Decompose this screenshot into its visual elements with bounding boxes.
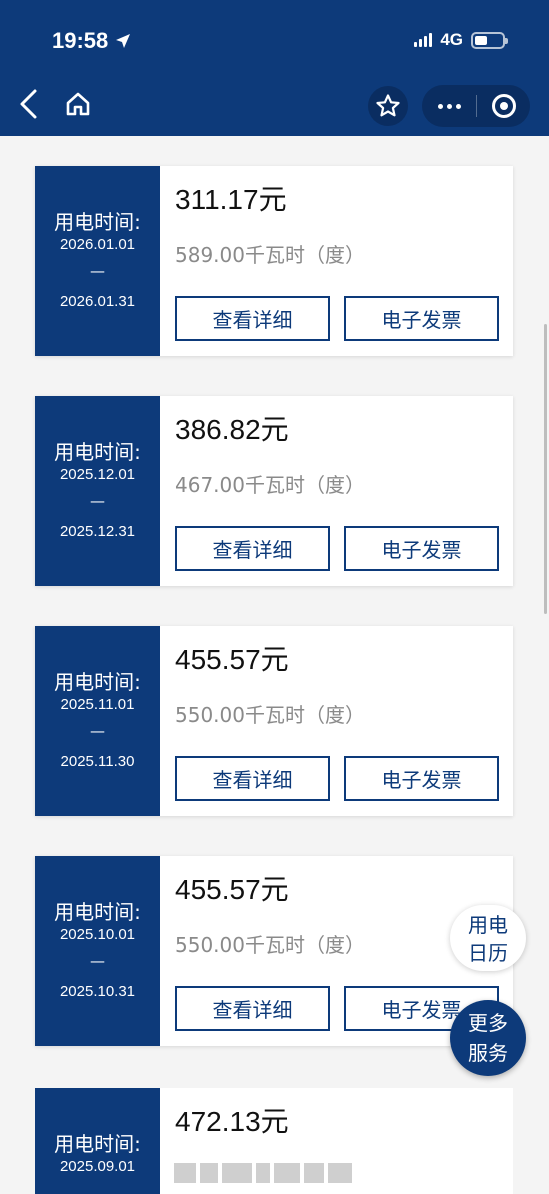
scrollbar[interactable] <box>544 324 547 614</box>
period-start: 2025.12.01 <box>59 466 136 483</box>
amount-value: 311.17 <box>175 184 259 215</box>
amount-value: 455.57 <box>175 874 261 905</box>
view-detail-button[interactable]: 查看详细 <box>175 756 330 801</box>
view-detail-button[interactable]: 查看详细 <box>175 526 330 571</box>
period-label: 用电时间: <box>54 210 141 234</box>
period-end: 2026.01.31 <box>59 293 136 310</box>
period-end: 2025.12.31 <box>59 523 136 540</box>
bill-period-panel: 用电时间: 2025.10.01 — 2025.10.31 <box>35 856 160 1046</box>
period-label: 用电时间: <box>54 1132 141 1156</box>
bill-period-panel: 用电时间: 2025.12.01 — 2025.12.31 <box>35 396 160 586</box>
period-end: 2025.11.30 <box>60 753 135 770</box>
amount-currency: 元 <box>260 873 289 906</box>
bill-card: 用电时间: 2025.12.01 — 2025.12.31 386.82元 46… <box>35 396 513 586</box>
location-arrow-icon <box>116 34 131 48</box>
period-dash: — <box>90 722 105 740</box>
mini-program-capsule <box>422 85 530 127</box>
home-icon[interactable] <box>60 86 96 122</box>
bill-energy: 467.00千瓦时（度） <box>175 473 365 497</box>
more-icon[interactable] <box>422 85 476 127</box>
amount-value: 386.82 <box>175 414 261 445</box>
star-icon[interactable] <box>368 86 408 126</box>
period-start: 2025.09.01 <box>59 1158 136 1175</box>
calendar-line1: 用电 <box>468 913 508 937</box>
period-dash: — <box>90 262 105 280</box>
e-invoice-button[interactable]: 电子发票 <box>344 296 499 341</box>
period-start: 2026.01.01 <box>59 236 136 253</box>
bill-period-panel: 用电时间: 2025.11.01 — 2025.11.30 <box>35 626 160 816</box>
bill-amount: 386.82元 <box>175 408 289 448</box>
close-icon[interactable] <box>477 85 530 127</box>
app-header: 19:58 4G <box>0 0 549 136</box>
bill-amount: 455.57元 <box>175 868 289 908</box>
period-start: 2025.11.01 <box>60 696 135 713</box>
amount-currency: 元 <box>260 643 289 676</box>
period-label: 用电时间: <box>54 900 141 924</box>
e-invoice-button[interactable]: 电子发票 <box>344 526 499 571</box>
network-type: 4G <box>440 30 463 49</box>
amount-currency: 元 <box>260 1105 289 1138</box>
more-line1: 更多 <box>468 1011 508 1035</box>
calendar-line2: 日历 <box>468 941 508 965</box>
bill-period-panel: 用电时间: 2025.09.01 <box>35 1088 160 1194</box>
period-label: 用电时间: <box>54 670 141 694</box>
bill-card: 用电时间: 2025.11.01 — 2025.11.30 455.57元 55… <box>35 626 513 816</box>
bill-energy: 550.00千瓦时（度） <box>175 933 365 957</box>
battery-icon <box>471 31 508 49</box>
back-icon[interactable] <box>12 86 44 122</box>
amount-value: 472.13 <box>175 1106 261 1137</box>
status-indicators: 4G <box>414 30 508 50</box>
more-line2: 服务 <box>468 1041 508 1065</box>
amount-currency: 元 <box>258 183 287 216</box>
more-services-button[interactable]: 更多 服务 <box>450 1000 526 1076</box>
blurred-energy-text <box>174 1160 354 1186</box>
amount-currency: 元 <box>260 413 289 446</box>
bill-energy: 589.00千瓦时（度） <box>175 243 365 267</box>
period-label: 用电时间: <box>54 440 141 464</box>
status-time-text: 19:58 <box>52 28 109 53</box>
bill-period-panel: 用电时间: 2026.01.01 — 2026.01.31 <box>35 166 160 356</box>
signal-icon <box>414 33 433 47</box>
period-dash: — <box>90 952 105 970</box>
period-start: 2025.10.01 <box>59 926 136 943</box>
e-invoice-button[interactable]: 电子发票 <box>344 756 499 801</box>
view-detail-button[interactable]: 查看详细 <box>175 296 330 341</box>
bill-amount: 455.57元 <box>175 638 289 678</box>
bill-card: 用电时间: 2026.01.01 — 2026.01.31 311.17元 58… <box>35 166 513 356</box>
bill-card: 用电时间: 2025.10.01 — 2025.10.31 455.57元 55… <box>35 856 513 1046</box>
bill-amount: 472.13元 <box>175 1100 289 1140</box>
bill-energy: 550.00千瓦时（度） <box>175 703 365 727</box>
period-dash: — <box>90 492 105 510</box>
status-time: 19:58 <box>52 28 132 54</box>
period-end: 2025.10.31 <box>59 983 136 1000</box>
amount-value: 455.57 <box>175 644 261 675</box>
view-detail-button[interactable]: 查看详细 <box>175 986 330 1031</box>
electricity-calendar-button[interactable]: 用电 日历 <box>450 905 526 971</box>
bill-amount: 311.17元 <box>175 178 287 218</box>
